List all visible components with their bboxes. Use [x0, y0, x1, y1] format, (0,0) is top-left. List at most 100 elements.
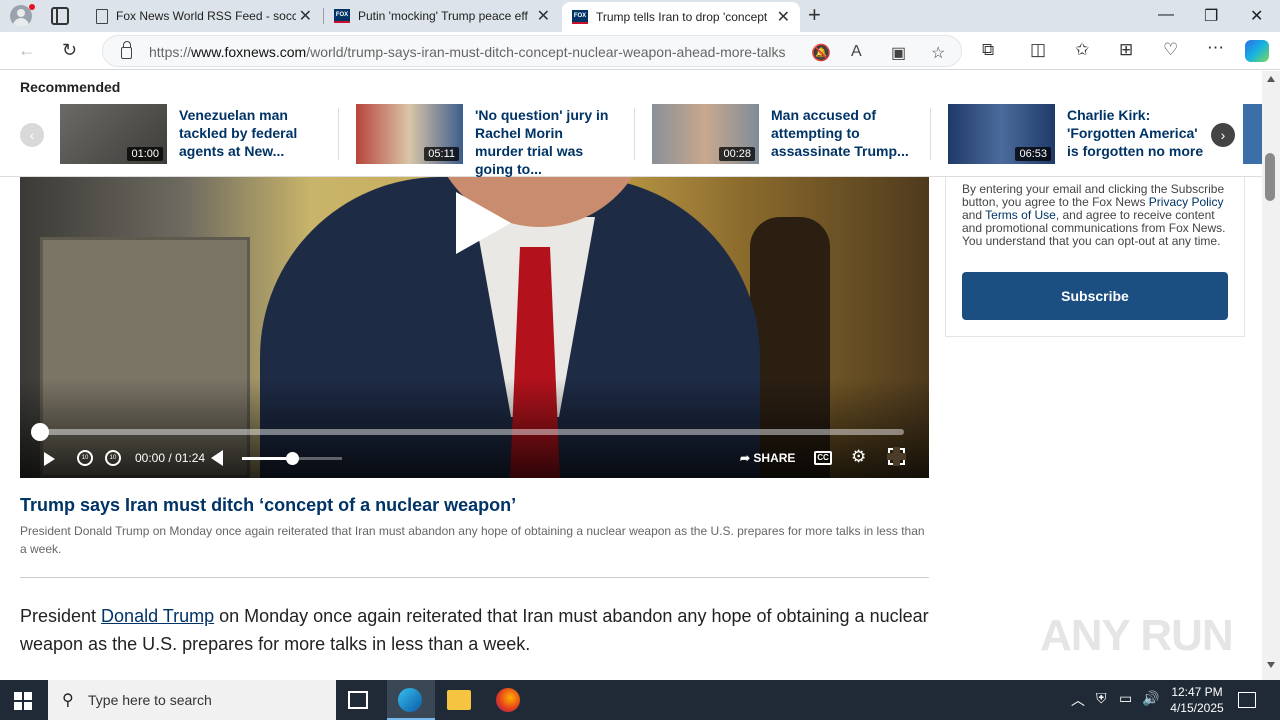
new-tab-icon[interactable]: +	[808, 2, 821, 28]
video-thumbnail[interactable]: 06:53	[948, 104, 1055, 164]
volume-tray-icon[interactable]: 🔊	[1142, 690, 1159, 707]
big-play-icon[interactable]	[456, 192, 511, 254]
security-icon[interactable]: ⛨	[1096, 690, 1107, 707]
url-text[interactable]: https://www.foxnews.com/world/trump-says…	[149, 44, 799, 60]
show-hidden-icons-icon[interactable]: ︿	[1071, 690, 1085, 710]
share-icon: ➦	[740, 451, 751, 465]
fox-news-favicon-icon: FOX	[572, 10, 588, 24]
share-label: SHARE	[753, 451, 796, 465]
restore-icon[interactable]: ❐	[1204, 6, 1218, 26]
extensions-icon[interactable]: ⧉	[982, 40, 994, 60]
notifications-blocked-icon[interactable]: 🔕	[811, 43, 831, 63]
closed-captions-icon[interactable]: CC	[814, 451, 832, 465]
video-thumbnail-partial[interactable]	[1243, 104, 1262, 164]
network-icon[interactable]: ▭	[1119, 690, 1132, 707]
video-title[interactable]: Trump says Iran must ditch ‘concept of a…	[20, 495, 516, 516]
forward-10-icon[interactable]: 10	[105, 450, 121, 466]
settings-more-icon[interactable]: ⋯	[1207, 38, 1224, 58]
tab-putin[interactable]: FOX Putin 'mocking' Trump peace eff ✕	[324, 0, 560, 32]
privacy-policy-link[interactable]: Privacy Policy	[1149, 195, 1224, 209]
minimize-icon[interactable]: —	[1158, 6, 1174, 24]
video-thumbnail[interactable]: 01:00	[60, 104, 167, 164]
scroll-up-icon[interactable]	[1267, 76, 1275, 82]
tab-bar: Fox News World RSS Feed - socc ✕ FOX Put…	[0, 0, 1280, 32]
tab-title: Fox News World RSS Feed - socc	[116, 9, 296, 23]
search-placeholder: Type here to search	[88, 692, 212, 708]
video-progress-bar[interactable]	[40, 429, 904, 435]
volume-knob[interactable]	[286, 452, 299, 465]
back-icon[interactable]: ←	[18, 40, 36, 61]
file-explorer-icon[interactable]	[447, 690, 471, 710]
tab-fox-rss[interactable]: Fox News World RSS Feed - socc ✕	[86, 0, 322, 32]
close-tab-icon[interactable]: ✕	[299, 6, 312, 26]
split-screen-icon[interactable]: ◫	[1030, 40, 1046, 60]
video-thumbnail[interactable]: 00:28	[652, 104, 759, 164]
donald-trump-link[interactable]: Donald Trump	[101, 606, 214, 626]
clock-time: 12:47 PM	[1171, 685, 1223, 699]
recommended-strip: Recommended ‹ 01:00 Venezuelan man tackl…	[0, 71, 1262, 177]
video-description: President Donald Trump on Monday once ag…	[20, 524, 925, 556]
tab-title: Trump tells Iran to drop 'concept	[596, 10, 768, 24]
newsletter-consent: By entering your email and clicking the …	[962, 183, 1232, 248]
close-tab-icon[interactable]: ✕	[777, 7, 790, 27]
video-duration: 06:53	[1015, 147, 1051, 161]
carousel-prev-icon[interactable]: ‹	[20, 123, 44, 147]
tab-trump-iran[interactable]: FOX Trump tells Iran to drop 'concept ✕	[562, 2, 800, 32]
edge-browser-icon[interactable]	[398, 688, 422, 712]
play-icon[interactable]	[44, 452, 55, 466]
tab-actions-icon[interactable]	[51, 7, 69, 25]
url-path: /world/trump-says-iran-must-ditch-concep…	[306, 44, 786, 60]
anyrun-watermark: ANY RUN	[1040, 611, 1234, 660]
firefox-icon[interactable]	[496, 688, 520, 712]
carousel-next-icon[interactable]: ›	[1211, 123, 1235, 147]
recommended-title[interactable]: 'No question' jury in Rachel Morin murde…	[475, 106, 615, 178]
fullscreen-icon[interactable]	[887, 447, 906, 466]
video-thumbnail[interactable]: 05:11	[356, 104, 463, 164]
recommended-title[interactable]: Charlie Kirk: 'Forgotten America' is for…	[1067, 106, 1207, 160]
video-player[interactable]: 10 10 00:00 / 01:24 ➦ SHARE CC ⚙	[20, 177, 929, 478]
recommended-item[interactable]: 00:28 Man accused of attempting to assas…	[652, 104, 922, 164]
scroll-thumb[interactable]	[1265, 153, 1275, 201]
taskbar-search-box[interactable]: ⚲ Type here to search	[48, 680, 336, 720]
recommended-title[interactable]: Venezuelan man tackled by federal agents…	[179, 106, 319, 160]
notification-dot-icon	[29, 4, 35, 10]
browser-essentials-icon[interactable]: ♡	[1163, 40, 1178, 60]
close-tab-icon[interactable]: ✕	[537, 6, 550, 26]
close-window-icon[interactable]: ✕	[1250, 6, 1263, 26]
collections-icon[interactable]: ⊞	[1119, 40, 1133, 60]
gear-icon[interactable]: ⚙	[851, 447, 866, 467]
rewind-10-icon[interactable]: 10	[77, 450, 93, 466]
subscribe-button[interactable]: Subscribe	[962, 272, 1228, 320]
copilot-icon[interactable]	[1245, 40, 1269, 62]
favorite-star-icon[interactable]: ☆	[931, 43, 945, 63]
terms-of-use-link[interactable]: Terms of Use	[985, 208, 1056, 222]
item-divider	[930, 108, 931, 160]
video-duration: 00:28	[719, 147, 755, 161]
url-field[interactable]: https://www.foxnews.com/world/trump-says…	[102, 35, 962, 67]
favorites-icon[interactable]: ✩	[1075, 40, 1089, 60]
share-button[interactable]: ➦ SHARE	[740, 451, 795, 465]
reload-icon[interactable]: ↻	[62, 40, 77, 61]
clock-date: 4/15/2025	[1170, 701, 1224, 715]
scroll-down-icon[interactable]	[1267, 662, 1275, 668]
immersive-reader-icon[interactable]: ▣	[891, 43, 906, 63]
recommended-item[interactable]: 05:11 'No question' jury in Rachel Morin…	[356, 104, 626, 177]
volume-level[interactable]	[242, 457, 290, 460]
current-time: 00:00	[135, 451, 166, 465]
item-divider	[338, 108, 339, 160]
taskbar-clock[interactable]: 12:47 PM 4/15/2025	[1162, 684, 1232, 716]
page-scrollbar[interactable]	[1262, 71, 1280, 680]
time-separator: /	[168, 451, 172, 465]
windows-start-icon[interactable]	[14, 692, 32, 710]
notifications-icon[interactable]	[1238, 692, 1256, 708]
recommended-title[interactable]: Man accused of attempting to assassinate…	[771, 106, 911, 160]
recommended-item[interactable]: 01:00 Venezuelan man tackled by federal …	[60, 104, 330, 164]
volume-icon[interactable]	[211, 450, 223, 466]
read-aloud-icon[interactable]: A	[851, 43, 862, 61]
task-view-icon[interactable]	[348, 691, 368, 709]
video-progress-knob[interactable]	[31, 423, 49, 441]
recommended-item[interactable]: 06:53 Charlie Kirk: 'Forgotten America' …	[948, 104, 1218, 164]
windows-taskbar: ⚲ Type here to search ︿ ⛨ ▭ 🔊 12:47 PM 4…	[0, 680, 1280, 720]
web-page: Recommended ‹ 01:00 Venezuelan man tackl…	[0, 71, 1262, 680]
lock-icon[interactable]	[121, 41, 132, 59]
